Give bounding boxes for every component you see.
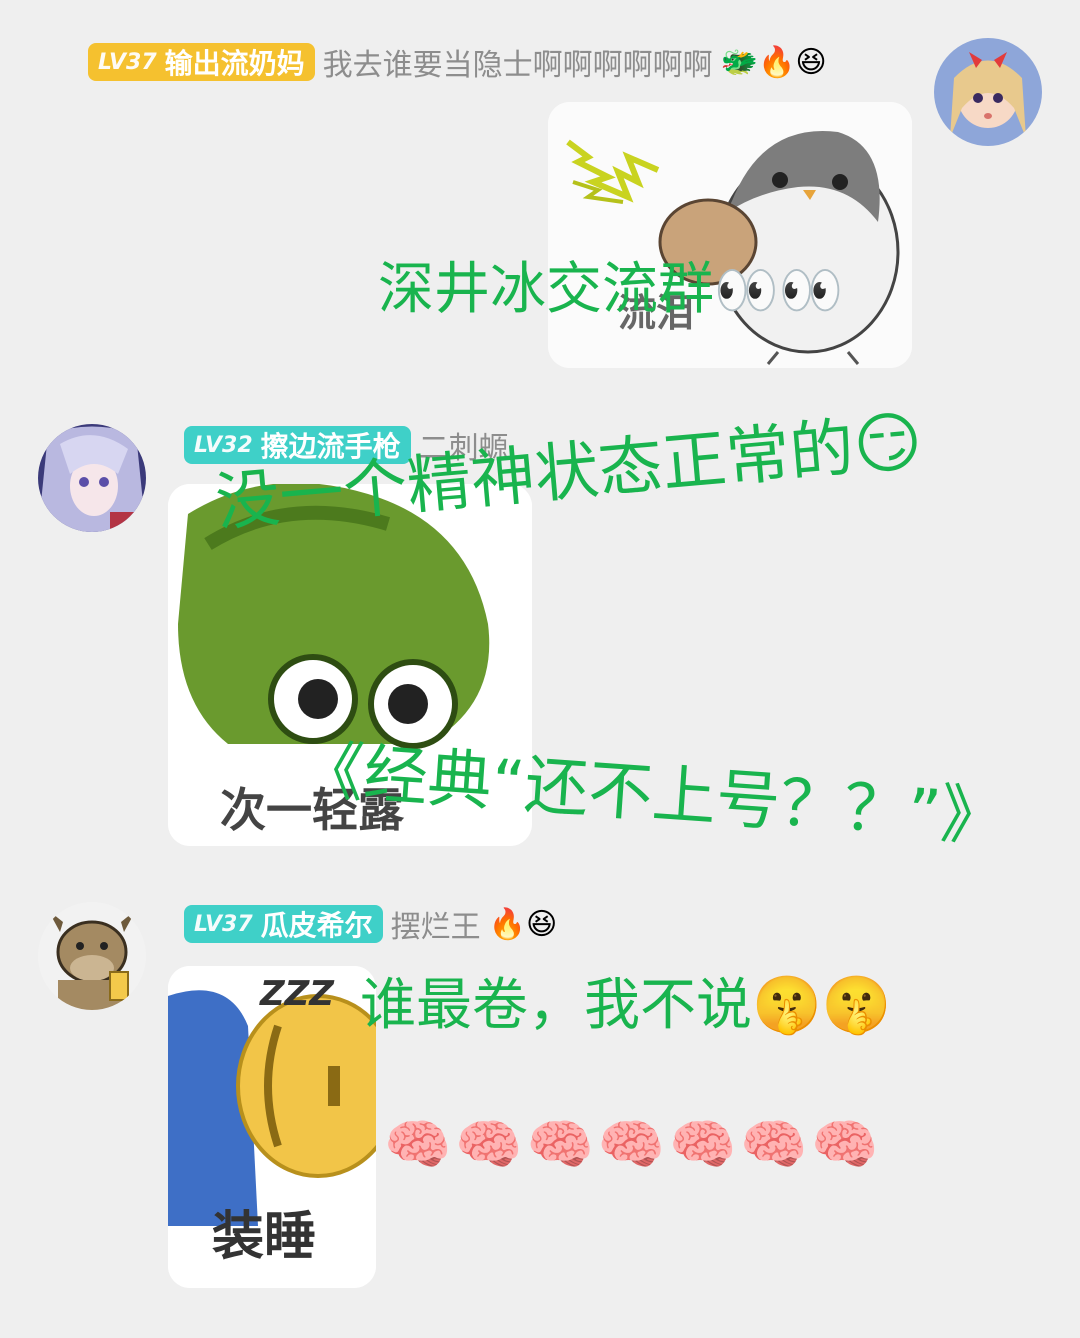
shush-emoji-icon: 🤫🤫	[752, 973, 892, 1038]
title-emoji-icons: 🔥😆	[488, 906, 558, 942]
title-emoji-icons: 🐲🔥😆	[720, 44, 827, 80]
level-badge: LV37 瓜皮希尔	[184, 905, 383, 943]
nickname[interactable]: 输出流奶妈	[165, 42, 305, 82]
user-title: 我去谁要当隐士啊啊啊啊啊啊	[322, 48, 713, 83]
sticker-zzz-label: ZZZ	[260, 974, 334, 1014]
level-badge: LV37 输出流奶妈	[88, 43, 315, 81]
overlay-text: 谁最卷，我不说	[360, 973, 752, 1038]
overlay-text: 深井冰交流群	[378, 257, 714, 322]
sticker-caption: 装睡	[212, 1207, 317, 1267]
sticker-image[interactable]: ZZZ 装睡	[168, 966, 376, 1288]
eyes-emoji-icon: 👀👀	[714, 261, 844, 321]
overlay-caption-1: 深井冰交流群👀👀	[378, 262, 844, 318]
avatar[interactable]	[934, 38, 1042, 146]
user-title: 摆烂王	[390, 910, 481, 945]
nickname[interactable]: 瓜皮希尔	[261, 904, 373, 944]
sticker-image[interactable]: 流泪	[548, 102, 912, 368]
message-1-header: LV37 输出流奶妈 我去谁要当隐士啊啊啊啊啊啊 🐲🔥😆	[88, 40, 827, 84]
message-3-header: LV37 瓜皮希尔 摆烂王 🔥😆	[184, 902, 557, 946]
level-label: LV37	[194, 911, 253, 937]
overlay-caption-4: 谁最卷，我不说🤫🤫	[360, 978, 891, 1034]
level-label: LV37	[98, 49, 157, 75]
level-label: LV32	[194, 432, 253, 458]
avatar[interactable]	[38, 902, 146, 1010]
brain-emoji-row: 🧠🧠🧠🧠🧠🧠🧠	[384, 1113, 883, 1176]
smirk-emoji-icon: 😏	[850, 402, 926, 486]
avatar[interactable]	[38, 424, 146, 532]
